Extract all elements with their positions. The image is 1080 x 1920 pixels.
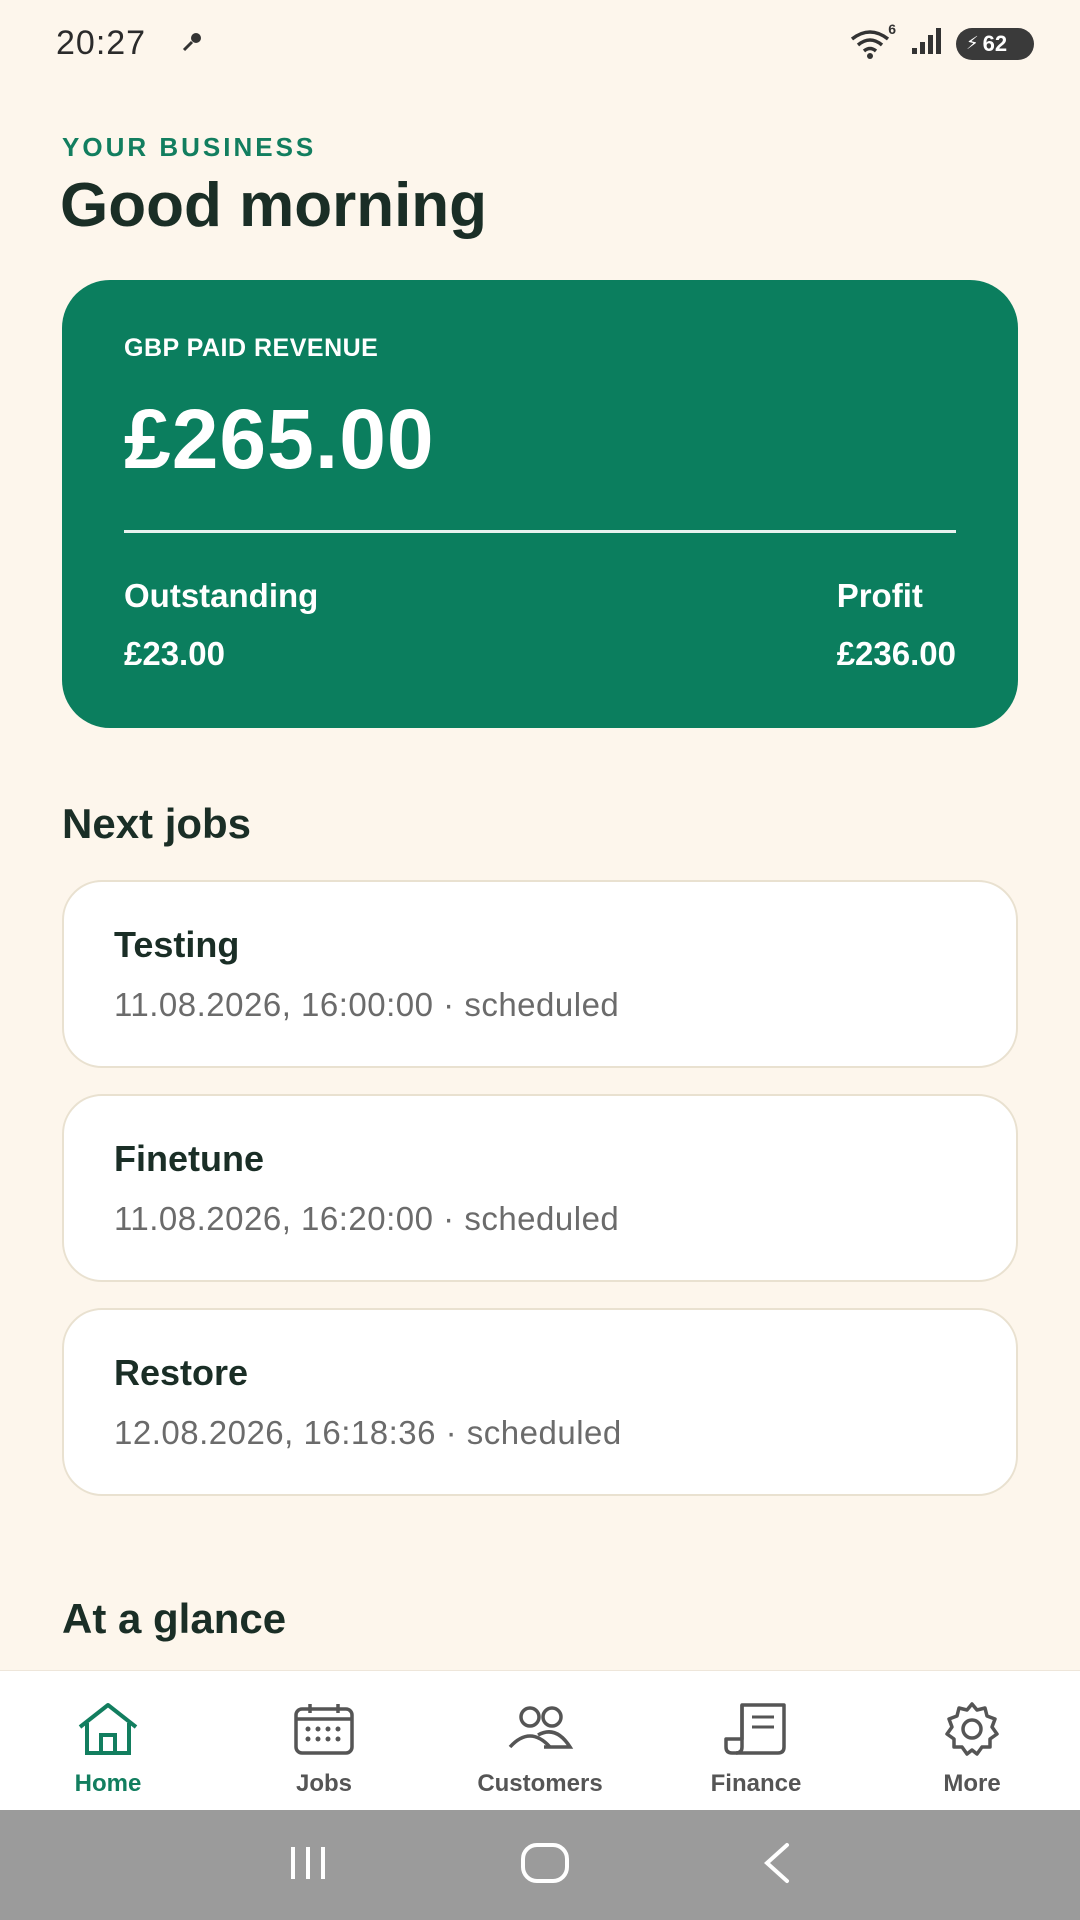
status-icons: 6 ⚡ 62 (848, 21, 1034, 61)
revenue-label: GBP PAID REVENUE (124, 334, 379, 362)
job-meta: 11.08.2026, 16:20:00 · scheduled (114, 1200, 620, 1237)
nav-label: Customers (477, 1770, 603, 1797)
nav-item-finance[interactable]: Finance (648, 1701, 864, 1798)
wifi-badge: 6 (888, 20, 896, 37)
nav-item-more[interactable]: More (864, 1701, 1080, 1798)
nav-label: Finance (710, 1770, 802, 1797)
page-title: Good morning (60, 171, 488, 240)
next-jobs-title: Next jobs (62, 800, 252, 847)
nav-item-customers[interactable]: Customers (432, 1701, 648, 1798)
revenue-amount: £265.00 (124, 392, 435, 486)
system-nav-bar (0, 1810, 1080, 1920)
outstanding-summary: Outstanding £23.00 (124, 577, 318, 673)
recent-apps-button[interactable] (283, 1843, 333, 1888)
job-title: Finetune (114, 1138, 264, 1179)
key-icon (180, 30, 204, 59)
job-card[interactable]: Restore 12.08.2026, 16:18:36 · scheduled (62, 1308, 1018, 1496)
job-title: Testing (114, 924, 240, 965)
nav-label: Jobs (295, 1770, 352, 1797)
profit-label: Profit (836, 577, 923, 614)
nav-item-home[interactable]: Home (0, 1701, 216, 1798)
signal-icon (910, 26, 944, 61)
users-icon (504, 1701, 576, 1762)
profit-value: £236.00 (836, 635, 956, 672)
job-meta: 11.08.2026, 16:00:00 · scheduled (114, 986, 620, 1023)
back-button[interactable] (757, 1841, 797, 1890)
home-icon (74, 1701, 142, 1762)
job-meta: 12.08.2026, 16:18:36 · scheduled (114, 1414, 622, 1451)
home-button[interactable] (519, 1841, 571, 1890)
charging-bolt-icon: ⚡ (966, 33, 979, 53)
nav-item-jobs[interactable]: Jobs (216, 1701, 432, 1798)
jobs-list: Testing 11.08.2026, 16:00:00 · scheduled… (62, 880, 1018, 1522)
bottom-nav: Home Jobs Customers Finance More (0, 1670, 1080, 1810)
job-title: Restore (114, 1352, 249, 1393)
profit-summary: Profit £236.00 (837, 577, 956, 673)
outstanding-value: £23.00 (124, 635, 225, 672)
outstanding-label: Outstanding (124, 577, 319, 614)
status-bar: 20:27 6 ⚡ 62 (0, 0, 1080, 86)
wifi-icon: 6 (848, 21, 898, 61)
gear-icon (942, 1701, 1002, 1762)
job-card[interactable]: Testing 11.08.2026, 16:00:00 · scheduled (62, 880, 1018, 1068)
section-eyebrow: YOUR BUSINESS (62, 132, 317, 162)
calendar-icon (292, 1701, 356, 1762)
at-a-glance-title: At a glance (62, 1595, 287, 1642)
receipt-icon (722, 1701, 790, 1762)
revenue-card[interactable]: GBP PAID REVENUE £265.00 Outstanding £23… (62, 280, 1018, 728)
revenue-summary-row: Outstanding £23.00 Profit £236.00 (124, 577, 956, 673)
battery-level: 62 (982, 30, 1008, 56)
revenue-divider (124, 530, 956, 533)
nav-label: Home (74, 1770, 142, 1797)
nav-label: More (943, 1770, 1001, 1797)
job-card[interactable]: Finetune 11.08.2026, 16:20:00 · schedule… (62, 1094, 1018, 1282)
status-time: 20:27 (56, 24, 147, 62)
battery-icon: ⚡ 62 (956, 27, 1034, 60)
